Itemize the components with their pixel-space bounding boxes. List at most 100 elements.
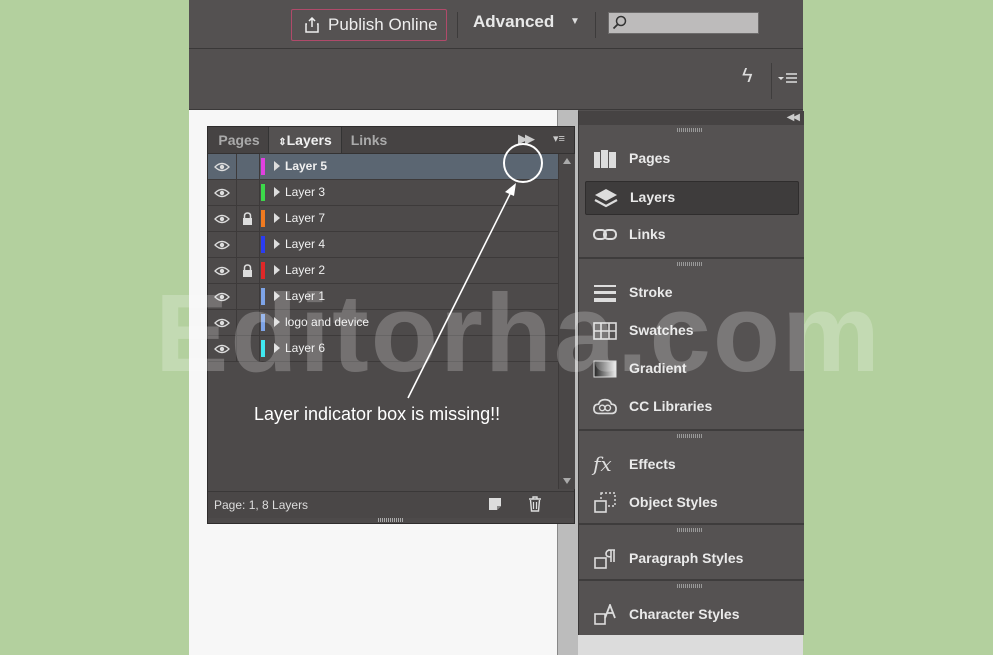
expand-triangle-icon[interactable] [274,213,280,223]
lock-toggle[interactable] [237,154,260,179]
eye-icon [214,292,230,302]
tab-layers[interactable]: ⇕Layers [268,127,342,153]
layer-row[interactable]: Layer 7 [208,206,558,232]
dock-group-grip[interactable] [677,584,703,588]
expand-triangle-icon[interactable] [274,161,280,171]
chevron-down-icon[interactable]: ▼ [570,16,580,27]
expand-triangle-icon[interactable] [274,343,280,353]
dock-header: ◀◀ [579,111,804,125]
visibility-toggle[interactable] [208,336,237,361]
annotation-text: Layer indicator box is missing!! [254,404,501,424]
dock-group-grip[interactable] [677,528,703,532]
share-icon [305,17,319,33]
visibility-toggle[interactable] [208,154,237,179]
dock-group: Pages Layers Links [579,125,804,259]
dock-item-label: Links [629,226,666,242]
object-styles-icon [594,492,616,513]
quick-apply-icon[interactable]: ϟ [742,65,753,88]
layer-list-scrollbar[interactable] [558,154,575,489]
search-input[interactable] [608,12,759,34]
layer-color-swatch [261,210,265,227]
dock-item-swatches[interactable]: Swatches [585,315,797,347]
layer-name: Layer 7 [285,211,326,225]
trash-icon[interactable] [528,496,542,512]
dock-item-label: Gradient [629,360,687,376]
new-layer-icon[interactable] [488,497,502,511]
layer-name: Layer 1 [285,289,326,303]
dock-item-character-styles[interactable]: Character Styles [585,599,797,631]
dock-item-label: Stroke [629,284,673,300]
dock-item-gradient[interactable]: Gradient [585,353,797,385]
workspace-switcher[interactable]: Advanced [473,12,554,32]
panel-menu-icon[interactable]: ▾≡ [553,132,565,145]
scroll-down-icon[interactable] [563,478,571,484]
dock-item-cc-libraries[interactable]: CC Libraries [585,391,797,423]
layer-row[interactable]: Layer 4 [208,232,558,258]
dock-item-label: Effects [629,456,676,472]
expand-triangle-icon[interactable] [274,291,280,301]
eye-icon [214,162,230,172]
swatches-icon [593,322,617,340]
dock-item-layers[interactable]: Layers [585,181,799,215]
publish-online-label: Publish Online [328,15,438,34]
expand-triangle-icon[interactable] [274,317,280,327]
lock-toggle[interactable] [237,180,260,205]
lock-toggle[interactable] [237,206,260,231]
layer-name: Layer 3 [285,185,326,199]
dock-item-label: Paragraph Styles [629,550,744,566]
dock-item-effects[interactable]: fx Effects [585,449,797,481]
expand-triangle-icon[interactable] [274,265,280,275]
visibility-toggle[interactable] [208,258,237,283]
scroll-up-icon[interactable] [563,158,571,164]
eye-icon [214,240,230,250]
visibility-toggle[interactable] [208,180,237,205]
layer-row[interactable]: Layer 6 [208,336,558,362]
visibility-toggle[interactable] [208,310,237,335]
layers-icon [594,189,618,208]
visibility-toggle[interactable] [208,284,237,309]
dock-item-label: Layers [630,189,676,205]
lock-toggle[interactable] [237,232,260,257]
toolbar-divider [457,12,458,38]
lock-toggle[interactable] [237,284,260,309]
grip-dots [378,518,404,522]
layer-row[interactable]: logo and device [208,310,558,336]
dock-group-grip[interactable] [677,128,703,132]
dock-item-stroke[interactable]: Stroke [585,277,797,309]
dock-item-object-styles[interactable]: Object Styles [585,487,797,519]
expand-triangle-icon[interactable] [274,187,280,197]
lock-toggle[interactable] [237,258,260,283]
lock-toggle[interactable] [237,336,260,361]
layer-row[interactable]: Layer 3 [208,180,558,206]
panel-resize-grip[interactable] [208,517,574,523]
dock-item-pages[interactable]: Pages [585,143,797,175]
expand-dock-icon[interactable]: ◀◀ [787,112,800,123]
effects-icon: fx [593,452,612,476]
tab-links[interactable]: Links [342,127,396,153]
dock-item-label: Pages [629,150,671,166]
dock-group-grip[interactable] [677,434,703,438]
dock-group-grip[interactable] [677,262,703,266]
links-icon [593,229,617,240]
eye-icon [214,344,230,354]
visibility-toggle[interactable] [208,206,237,231]
layer-color-swatch [261,262,265,279]
layer-row[interactable]: Layer 2 [208,258,558,284]
publish-online-button[interactable]: Publish Online [291,9,447,41]
tab-pages[interactable]: Pages [212,127,266,153]
layer-list: Layer 5 Layer 3 Layer 7 Layer 4 Layer 2 … [208,154,558,489]
dock-item-paragraph-styles[interactable]: Paragraph Styles [585,543,797,575]
visibility-toggle[interactable] [208,232,237,257]
layer-row[interactable]: Layer 1 [208,284,558,310]
dock-item-links[interactable]: Links [585,219,797,251]
eye-icon [214,214,230,224]
eye-icon [214,266,230,276]
expand-triangle-icon[interactable] [274,239,280,249]
dock-footer-strip [578,635,803,655]
dock-group: Stroke Swatches Gradient CC Libraries [579,259,804,431]
control-bar: ϟ [189,49,803,110]
dock-item-label: Object Styles [629,494,718,510]
paragraph-styles-icon [594,549,615,569]
lock-toggle[interactable] [237,310,260,335]
control-panel-menu-button[interactable] [771,63,800,99]
